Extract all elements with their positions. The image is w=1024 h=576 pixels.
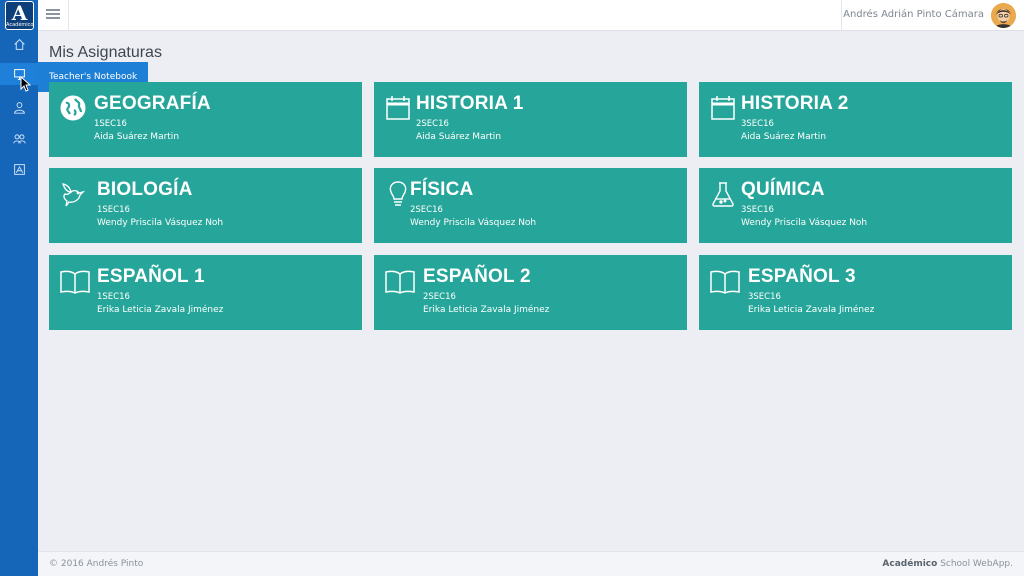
calendar-icon — [711, 96, 735, 120]
subject-teacher: Wendy Priscila Vásquez Noh — [410, 218, 537, 228]
sidebar-item-profile[interactable] — [0, 96, 38, 118]
subject-code: 3SEC16 — [741, 205, 774, 215]
subject-code: 2SEC16 — [410, 205, 443, 215]
subject-title: HISTORIA 1 — [416, 93, 524, 114]
subject-card-espanol-2[interactable]: ESPAÑOL 2 2SEC16 Erika Leticia Zavala Ji… — [374, 255, 687, 330]
subject-teacher: Aida Suárez Martin — [416, 132, 502, 142]
book-icon — [60, 270, 90, 294]
subject-code: 3SEC16 — [741, 119, 774, 129]
subject-teacher: Wendy Priscila Vásquez Noh — [97, 218, 224, 228]
menu-toggle-button[interactable] — [46, 9, 60, 21]
users-icon — [12, 133, 26, 143]
subject-teacher: Erika Leticia Zavala Jiménez — [423, 305, 550, 315]
footer-brand: Académico School WebApp. — [882, 559, 1013, 569]
footer-brand-suffix: School WebApp. — [937, 559, 1013, 569]
school-icon — [13, 163, 25, 175]
footer-copyright: © 2016 Andrés Pinto — [49, 559, 144, 569]
sidebar-item-school[interactable] — [0, 158, 38, 180]
user-name[interactable]: Andrés Adrián Pinto Cámara — [843, 9, 984, 20]
subject-teacher: Erika Leticia Zavala Jiménez — [97, 305, 224, 315]
subject-card-biologia[interactable]: BIOLOGÍA 1SEC16 Wendy Priscila Vásquez N… — [49, 168, 362, 243]
subject-card-historia-1[interactable]: HISTORIA 1 2SEC16 Aida Suárez Martin — [374, 82, 687, 157]
page-title: Mis Asignaturas — [49, 44, 162, 61]
subject-title: FÍSICA — [410, 179, 474, 200]
divider — [841, 0, 842, 31]
subject-card-historia-2[interactable]: HISTORIA 2 3SEC16 Aida Suárez Martin — [699, 82, 1012, 157]
subject-code: 3SEC16 — [748, 292, 781, 302]
book-icon — [710, 270, 740, 294]
lightbulb-icon — [389, 181, 407, 206]
subject-card-espanol-1[interactable]: ESPAÑOL 1 1SEC16 Erika Leticia Zavala Ji… — [49, 255, 362, 330]
subject-teacher: Aida Suárez Martin — [741, 132, 827, 142]
subject-teacher: Aida Suárez Martin — [94, 132, 180, 142]
subject-card-fisica[interactable]: FÍSICA 2SEC16 Wendy Priscila Vásquez Noh — [374, 168, 687, 243]
sidebar: A Académico — [0, 0, 38, 576]
user-icon — [13, 101, 25, 114]
flask-icon — [712, 182, 734, 207]
subject-code: 1SEC16 — [94, 119, 127, 129]
subject-code: 2SEC16 — [416, 119, 449, 129]
home-icon — [13, 38, 25, 50]
app-logo[interactable]: A Académico — [5, 1, 34, 30]
subject-code: 2SEC16 — [423, 292, 456, 302]
calendar-icon — [386, 96, 410, 120]
sidebar-item-notebook[interactable] — [0, 63, 38, 85]
globe-icon — [60, 95, 86, 121]
subject-title: ESPAÑOL 2 — [423, 266, 531, 287]
subject-title: BIOLOGÍA — [97, 179, 193, 200]
subject-title: GEOGRAFÍA — [94, 93, 211, 114]
subject-title: ESPAÑOL 1 — [97, 266, 205, 287]
sidebar-item-home[interactable] — [0, 33, 38, 55]
subject-teacher: Erika Leticia Zavala Jiménez — [748, 305, 875, 315]
subject-teacher: Wendy Priscila Vásquez Noh — [741, 218, 868, 228]
subject-title: ESPAÑOL 3 — [748, 266, 856, 287]
subject-card-espanol-3[interactable]: ESPAÑOL 3 3SEC16 Erika Leticia Zavala Ji… — [699, 255, 1012, 330]
divider — [68, 0, 69, 31]
subject-code: 1SEC16 — [97, 292, 130, 302]
footer: © 2016 Andrés Pinto Académico School Web… — [38, 551, 1024, 576]
subject-code: 1SEC16 — [97, 205, 130, 215]
mouse-cursor-icon — [20, 76, 31, 92]
subject-title: QUÍMICA — [741, 179, 825, 200]
footer-brand-name: Académico — [882, 559, 938, 569]
avatar[interactable] — [991, 3, 1016, 28]
logo-subtitle: Académico — [6, 22, 34, 28]
sidebar-item-groups[interactable] — [0, 127, 38, 149]
subject-title: HISTORIA 2 — [741, 93, 849, 114]
top-bar: Andrés Adrián Pinto Cámara — [38, 0, 1024, 31]
bird-icon — [62, 183, 86, 207]
subject-card-quimica[interactable]: QUÍMICA 3SEC16 Wendy Priscila Vásquez No… — [699, 168, 1012, 243]
subject-card-geografia[interactable]: GEOGRAFÍA 1SEC16 Aida Suárez Martin — [49, 82, 362, 157]
book-icon — [385, 270, 415, 294]
